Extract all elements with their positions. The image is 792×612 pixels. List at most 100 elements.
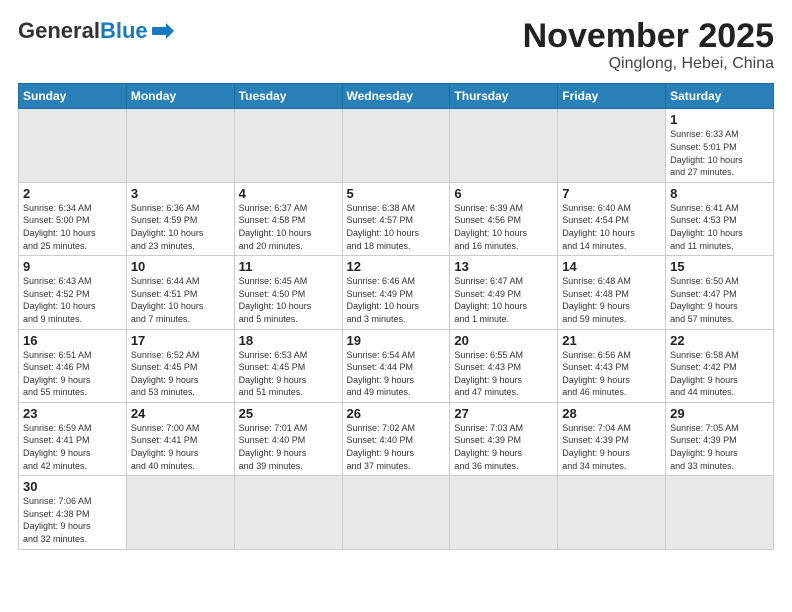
day-info: Sunrise: 6:36 AM Sunset: 4:59 PM Dayligh… [131,202,230,252]
day-number: 1 [670,112,769,127]
calendar-cell [558,476,666,549]
calendar-cell [234,109,342,182]
weekday-saturday: Saturday [666,84,774,109]
day-info: Sunrise: 6:47 AM Sunset: 4:49 PM Dayligh… [454,275,553,325]
day-number: 15 [670,259,769,274]
weekday-tuesday: Tuesday [234,84,342,109]
calendar-cell: 30Sunrise: 7:06 AM Sunset: 4:38 PM Dayli… [19,476,127,549]
calendar-cell [126,109,234,182]
day-info: Sunrise: 7:01 AM Sunset: 4:40 PM Dayligh… [239,422,338,472]
day-number: 24 [131,406,230,421]
day-info: Sunrise: 6:48 AM Sunset: 4:48 PM Dayligh… [562,275,661,325]
calendar-cell: 13Sunrise: 6:47 AM Sunset: 4:49 PM Dayli… [450,256,558,329]
day-info: Sunrise: 7:04 AM Sunset: 4:39 PM Dayligh… [562,422,661,472]
calendar-cell: 28Sunrise: 7:04 AM Sunset: 4:39 PM Dayli… [558,402,666,475]
day-info: Sunrise: 6:51 AM Sunset: 4:46 PM Dayligh… [23,349,122,399]
day-number: 21 [562,333,661,348]
day-number: 14 [562,259,661,274]
day-number: 7 [562,186,661,201]
day-number: 25 [239,406,338,421]
day-info: Sunrise: 6:59 AM Sunset: 4:41 PM Dayligh… [23,422,122,472]
calendar-cell: 26Sunrise: 7:02 AM Sunset: 4:40 PM Dayli… [342,402,450,475]
calendar-cell [342,476,450,549]
calendar-cell [450,109,558,182]
calendar-week-5: 30Sunrise: 7:06 AM Sunset: 4:38 PM Dayli… [19,476,774,549]
day-number: 13 [454,259,553,274]
weekday-friday: Friday [558,84,666,109]
calendar-week-0: 1Sunrise: 6:33 AM Sunset: 5:01 PM Daylig… [19,109,774,182]
day-number: 18 [239,333,338,348]
day-info: Sunrise: 7:05 AM Sunset: 4:39 PM Dayligh… [670,422,769,472]
day-number: 17 [131,333,230,348]
day-number: 23 [23,406,122,421]
day-number: 8 [670,186,769,201]
day-info: Sunrise: 6:43 AM Sunset: 4:52 PM Dayligh… [23,275,122,325]
title-block: November 2025 Qinglong, Hebei, China [523,18,774,73]
weekday-sunday: Sunday [19,84,127,109]
day-number: 9 [23,259,122,274]
calendar-cell: 18Sunrise: 6:53 AM Sunset: 4:45 PM Dayli… [234,329,342,402]
day-number: 3 [131,186,230,201]
day-info: Sunrise: 6:53 AM Sunset: 4:45 PM Dayligh… [239,349,338,399]
calendar-cell: 11Sunrise: 6:45 AM Sunset: 4:50 PM Dayli… [234,256,342,329]
calendar-cell: 29Sunrise: 7:05 AM Sunset: 4:39 PM Dayli… [666,402,774,475]
calendar-cell: 8Sunrise: 6:41 AM Sunset: 4:53 PM Daylig… [666,182,774,255]
day-number: 6 [454,186,553,201]
calendar-cell: 25Sunrise: 7:01 AM Sunset: 4:40 PM Dayli… [234,402,342,475]
day-number: 20 [454,333,553,348]
day-number: 5 [347,186,446,201]
calendar-cell [450,476,558,549]
calendar-cell: 10Sunrise: 6:44 AM Sunset: 4:51 PM Dayli… [126,256,234,329]
calendar-week-1: 2Sunrise: 6:34 AM Sunset: 5:00 PM Daylig… [19,182,774,255]
day-number: 10 [131,259,230,274]
day-info: Sunrise: 7:06 AM Sunset: 4:38 PM Dayligh… [23,495,122,545]
day-info: Sunrise: 6:54 AM Sunset: 4:44 PM Dayligh… [347,349,446,399]
calendar-cell: 17Sunrise: 6:52 AM Sunset: 4:45 PM Dayli… [126,329,234,402]
day-info: Sunrise: 6:38 AM Sunset: 4:57 PM Dayligh… [347,202,446,252]
day-info: Sunrise: 6:44 AM Sunset: 4:51 PM Dayligh… [131,275,230,325]
logo-top: GeneralBlue [18,18,174,44]
calendar-cell: 2Sunrise: 6:34 AM Sunset: 5:00 PM Daylig… [19,182,127,255]
location-title: Qinglong, Hebei, China [523,55,774,73]
calendar-cell: 1Sunrise: 6:33 AM Sunset: 5:01 PM Daylig… [666,109,774,182]
day-info: Sunrise: 6:39 AM Sunset: 4:56 PM Dayligh… [454,202,553,252]
logo-blue-word: Blue [100,18,148,43]
day-number: 19 [347,333,446,348]
calendar-week-2: 9Sunrise: 6:43 AM Sunset: 4:52 PM Daylig… [19,256,774,329]
header: GeneralBlue November 2025 Qinglong, Hebe… [18,18,774,73]
weekday-header-row: SundayMondayTuesdayWednesdayThursdayFrid… [19,84,774,109]
calendar-cell [558,109,666,182]
day-info: Sunrise: 6:40 AM Sunset: 4:54 PM Dayligh… [562,202,661,252]
month-title: November 2025 [523,18,774,55]
calendar-cell: 12Sunrise: 6:46 AM Sunset: 4:49 PM Dayli… [342,256,450,329]
day-number: 4 [239,186,338,201]
day-info: Sunrise: 6:46 AM Sunset: 4:49 PM Dayligh… [347,275,446,325]
day-info: Sunrise: 7:02 AM Sunset: 4:40 PM Dayligh… [347,422,446,472]
calendar-cell: 19Sunrise: 6:54 AM Sunset: 4:44 PM Dayli… [342,329,450,402]
calendar-cell: 6Sunrise: 6:39 AM Sunset: 4:56 PM Daylig… [450,182,558,255]
day-info: Sunrise: 7:03 AM Sunset: 4:39 PM Dayligh… [454,422,553,472]
day-info: Sunrise: 7:00 AM Sunset: 4:41 PM Dayligh… [131,422,230,472]
logo-general-word: General [18,18,100,43]
day-number: 26 [347,406,446,421]
calendar-cell: 14Sunrise: 6:48 AM Sunset: 4:48 PM Dayli… [558,256,666,329]
calendar-cell: 5Sunrise: 6:38 AM Sunset: 4:57 PM Daylig… [342,182,450,255]
day-number: 16 [23,333,122,348]
logo-general-text: GeneralBlue [18,18,148,44]
day-info: Sunrise: 6:33 AM Sunset: 5:01 PM Dayligh… [670,128,769,178]
calendar-cell [19,109,127,182]
calendar-cell [342,109,450,182]
day-info: Sunrise: 6:58 AM Sunset: 4:42 PM Dayligh… [670,349,769,399]
calendar-cell: 9Sunrise: 6:43 AM Sunset: 4:52 PM Daylig… [19,256,127,329]
day-info: Sunrise: 6:50 AM Sunset: 4:47 PM Dayligh… [670,275,769,325]
logo-icon [152,22,174,40]
day-number: 12 [347,259,446,274]
day-number: 2 [23,186,122,201]
logo: GeneralBlue [18,18,174,44]
calendar-cell: 22Sunrise: 6:58 AM Sunset: 4:42 PM Dayli… [666,329,774,402]
day-number: 27 [454,406,553,421]
calendar-cell: 7Sunrise: 6:40 AM Sunset: 4:54 PM Daylig… [558,182,666,255]
day-number: 22 [670,333,769,348]
day-info: Sunrise: 6:56 AM Sunset: 4:43 PM Dayligh… [562,349,661,399]
calendar-cell: 27Sunrise: 7:03 AM Sunset: 4:39 PM Dayli… [450,402,558,475]
